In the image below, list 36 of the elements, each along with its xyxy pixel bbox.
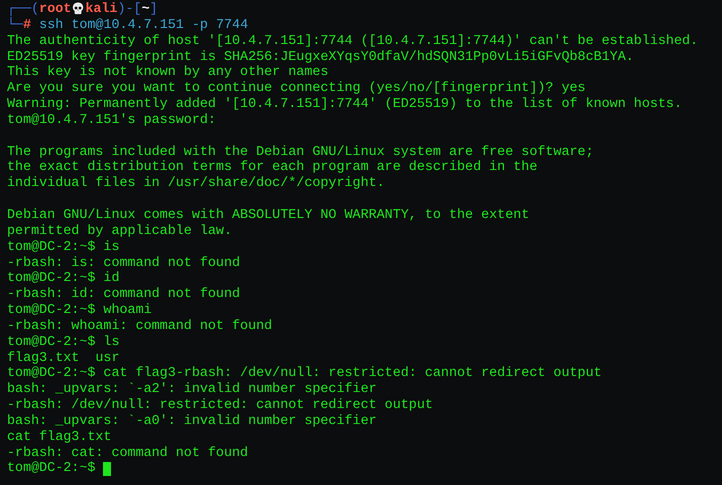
terminal-output-line: tom@DC-2:~$ is: [7, 240, 120, 256]
tree-corner: ┌──(: [7, 2, 40, 17]
terminal-output-line: -rbash: /dev/null: restricted: cannot redirect output: [7, 398, 433, 414]
terminal-output-line: tom@DC-2:~$ whoami: [7, 303, 152, 319]
terminal-output-line: -rbash: cat: command not found: [7, 446, 248, 461]
terminal-output-line: The programs included with the Debian GNU/Linux system are free software;: [7, 144, 594, 160]
terminal-output-line: Are you sure you want to continue connecting (yes/no/[fingerprint])? yes: [7, 81, 586, 97]
terminal-output-line: tom@10.4.7.151's password:: [7, 112, 216, 129]
terminal-output-line: individual files in /usr/share/doc/*/copyright.: [7, 176, 385, 192]
terminal-output-line: the exact distribution terms for each program are described in the: [7, 160, 538, 176]
terminal-output-line: This key is not known by any other names: [7, 65, 328, 81]
terminal-output-line: tom@DC-2:~$ ls: [7, 334, 120, 351]
terminal-output-line: cat flag3.txt: [7, 430, 112, 446]
terminal-output-line: ED25519 key fingerprint is SHA256:JEugxeXYqsY0dfaV/hdSQN31Pp0vLi5iGFvQb8cB1YA.: [7, 50, 634, 65]
terminal-output-line: Warning: Permanently added '[10.4.7.151]:7744' (ED25519) to the list of known hosts.: [7, 97, 682, 113]
text-cursor: [103, 462, 112, 476]
bracket-separator: )-[: [117, 2, 142, 18]
terminal-output-line: Debian GNU/Linux comes with ABSOLUTELY NO WARRANTY, to the extent: [7, 208, 530, 224]
command-text: ssh tom@10.4.7.151 -p 7744: [39, 18, 248, 34]
root-prompt-symbol: #: [23, 18, 32, 34]
prompt-directory: ~: [142, 2, 150, 18]
terminal-output-line: permitted by applicable law.: [7, 224, 232, 240]
prompt-user: root: [39, 2, 72, 18]
prompt-host: kali: [85, 2, 118, 18]
terminal-output-line: The authenticity of host '[10.4.7.151]:7744 ([10.4.7.151]:7744)' can't be established.: [7, 34, 698, 50]
terminal-output-line: -rbash: is: command not found: [7, 256, 240, 271]
terminal-output-line: bash: _upvars: `-a2': invalid number specifier: [7, 382, 377, 398]
terminal-output-line: flag3.txt usr: [7, 350, 120, 366]
tree-corner: └─: [7, 18, 24, 34]
terminal-output-line: -rbash: id: command not found: [7, 287, 240, 303]
terminal-output-line: tom@DC-2:~$ id: [7, 271, 120, 287]
terminal-output-line: tom@DC-2:~$ cat flag3-rbash: /dev/null: restricted: cannot redirect output: [7, 366, 602, 382]
bracket-close: ]: [150, 2, 158, 18]
terminal-output-line: bash: _upvars: `-a0': invalid number specifier: [7, 414, 377, 430]
terminal-output-line: -rbash: whoami: command not found: [7, 318, 272, 335]
shell-prompt: tom@DC-2:~$: [7, 461, 96, 478]
